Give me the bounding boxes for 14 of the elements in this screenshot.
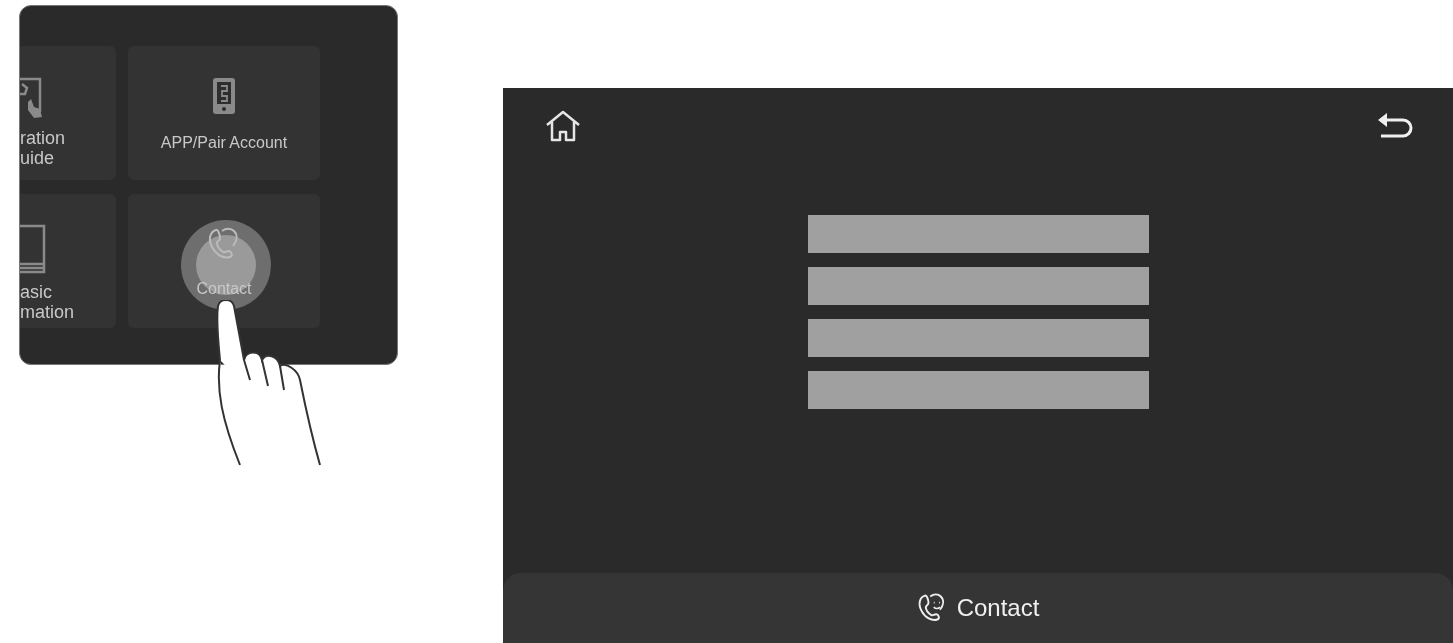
- menu-tile[interactable]: ration uide: [20, 46, 116, 180]
- contact-icon: [916, 593, 947, 623]
- screen-title: Contact: [956, 594, 1040, 622]
- guide-icon: [20, 76, 42, 120]
- book-icon: [20, 224, 46, 274]
- back-icon[interactable]: [1377, 112, 1413, 140]
- tile-label: ration uide: [20, 128, 67, 168]
- tile-label: asic mation: [20, 282, 76, 322]
- home-icon[interactable]: [545, 110, 581, 142]
- phone-icon: [212, 77, 236, 115]
- tile-label: APP/Pair Account: [160, 133, 288, 153]
- menu-tile[interactable]: asic mation: [20, 194, 116, 328]
- tile-label: Contact: [196, 279, 252, 299]
- menu-tile[interactable]: APP/Pair Account: [128, 46, 320, 180]
